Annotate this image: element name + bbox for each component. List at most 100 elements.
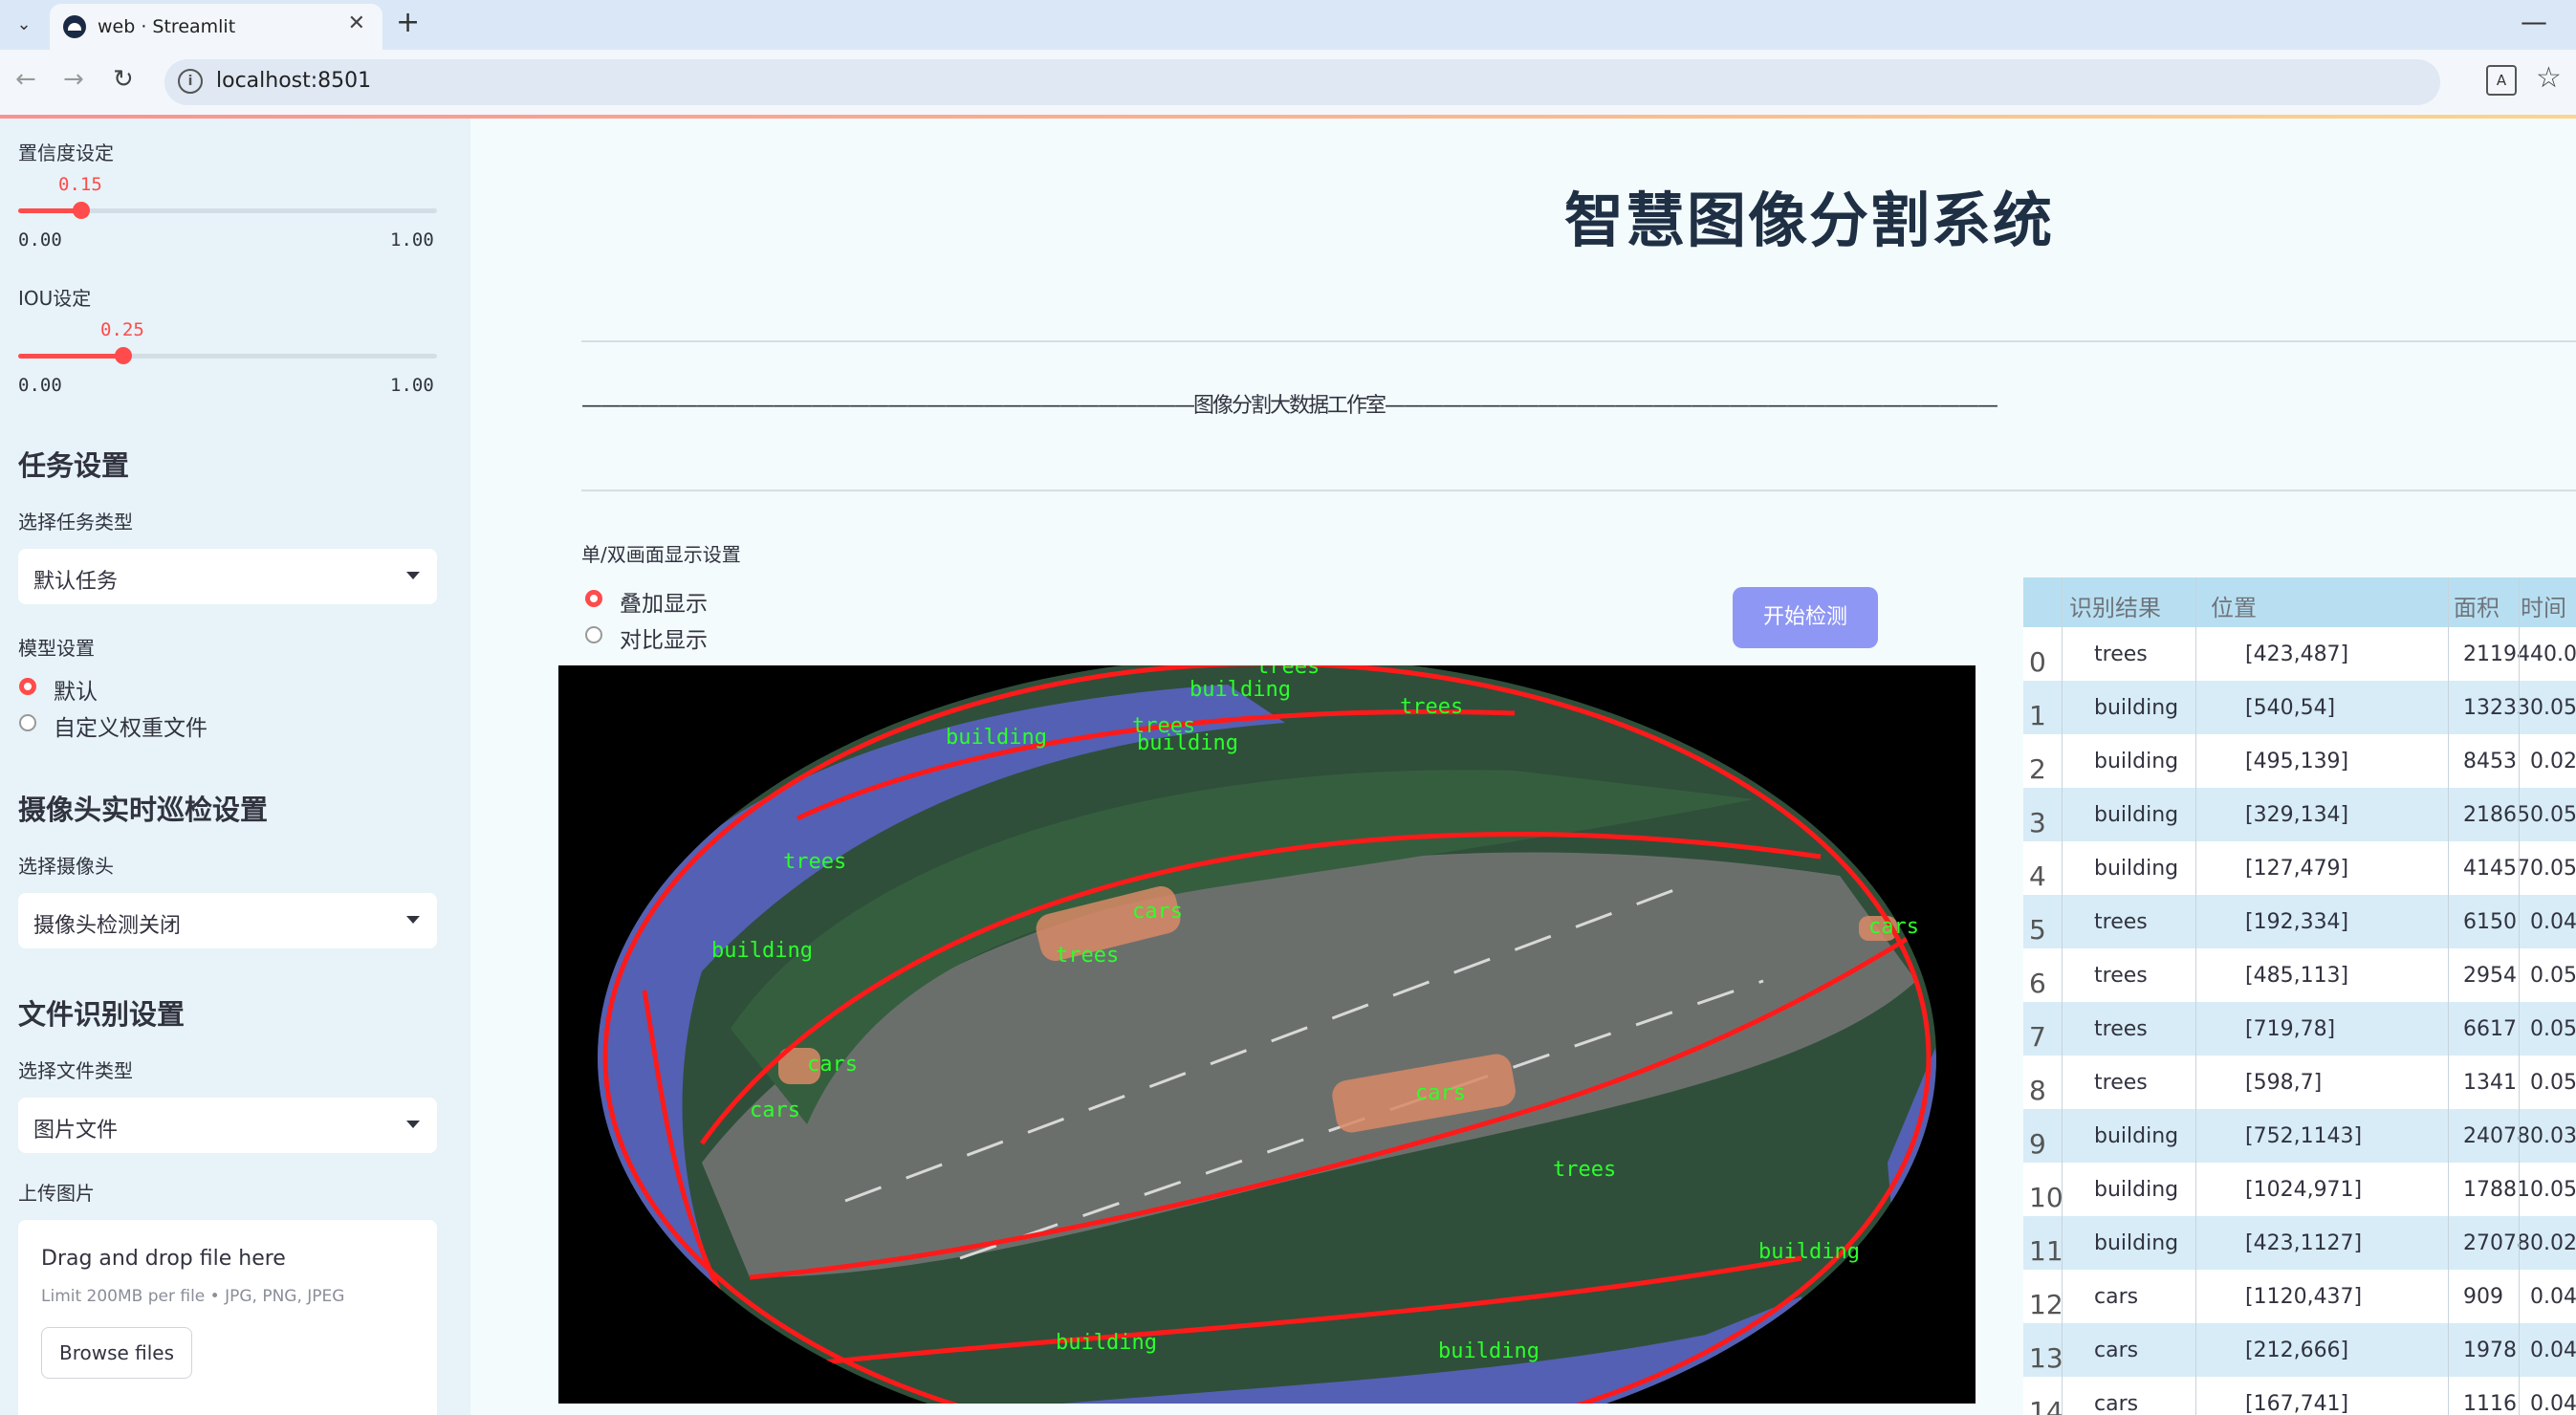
cell-area: 21865 — [2463, 803, 2530, 827]
segmentation-result-image: trees building trees trees building buil… — [558, 665, 1976, 1404]
browse-files-button[interactable]: Browse files — [41, 1327, 192, 1379]
table-row[interactable]: 6 trees [485,113] 2954 0.05 — [2023, 948, 2576, 1002]
task-type-select[interactable]: 默认任务 — [18, 549, 437, 604]
url-text: localhost:8501 — [216, 69, 372, 93]
iou-value: 0.25 — [100, 319, 144, 340]
cell-time: 40.02 — [2530, 642, 2576, 666]
cell-position: [495,139] — [2245, 750, 2349, 773]
cell-result: building — [2094, 750, 2179, 773]
cell-result: trees — [2094, 910, 2148, 934]
cell-time: 0.05 — [2530, 1017, 2576, 1041]
cell-time: 0.04 — [2530, 1339, 2576, 1362]
cell-result: building — [2094, 803, 2179, 827]
task-type-label: 选择任务类型 — [18, 511, 133, 533]
table-row[interactable]: 2 building [495,139] 8453 0.02 — [2023, 734, 2576, 788]
cell-area: 8453 — [2463, 750, 2517, 773]
file-dropzone[interactable]: Drag and drop file here Limit 200MB per … — [18, 1220, 437, 1415]
bookmark-star-icon[interactable]: ☆ — [2536, 61, 2562, 95]
radio-unselected-icon[interactable] — [19, 714, 36, 731]
cell-position: [423,1127] — [2245, 1231, 2363, 1255]
radio-selected-icon[interactable] — [585, 590, 602, 607]
cell-position: [485,113] — [2245, 964, 2349, 988]
table-row[interactable]: 12 cars [1120,437] 909 0.04 — [2023, 1270, 2576, 1323]
task-type-selected: 默认任务 — [33, 570, 119, 594]
divider — [581, 340, 2576, 342]
cell-area: 41457 — [2463, 857, 2530, 881]
row-index: 10 — [2029, 1182, 2063, 1213]
start-detection-button[interactable]: 开始检测 — [1733, 587, 1878, 648]
tab-title: web · Streamlit — [98, 16, 236, 37]
cell-area: 2954 — [2463, 964, 2517, 988]
col-result: 识别结果 — [2069, 595, 2161, 621]
table-row[interactable]: 14 cars [167,741] 1116 0.04 — [2023, 1377, 2576, 1415]
camera-select[interactable]: 摄像头检测关闭 — [18, 893, 437, 948]
table-row[interactable]: 11 building [423,1127] 27078 0.02 — [2023, 1216, 2576, 1270]
cell-area: 21194 — [2463, 642, 2530, 666]
label-building: building — [711, 939, 813, 963]
cell-position: [540,54] — [2245, 696, 2336, 720]
row-index: 0 — [2029, 646, 2046, 678]
confidence-slider-thumb[interactable] — [73, 202, 90, 219]
results-table[interactable]: 识别结果 位置 面积 时间 0trees[423,487]2119440.021… — [2023, 577, 2576, 1415]
dropzone-title: Drag and drop file here — [41, 1247, 286, 1271]
iou-slider[interactable] — [18, 347, 437, 364]
table-row[interactable]: 10 building [1024,971] 17881 0.05 — [2023, 1163, 2576, 1216]
page-title: 智慧图像分割系统 — [1563, 185, 2054, 255]
col-area: 面积 — [2454, 595, 2500, 621]
divider — [581, 490, 2576, 491]
cell-position: [598,7] — [2245, 1071, 2323, 1095]
browser-tab[interactable]: web · Streamlit ✕ — [50, 4, 382, 50]
sidebar: 置信度设定 0.15 0.00 1.00 IOU设定 0.25 0.00 1.0… — [0, 119, 470, 1415]
label-cars: cars — [807, 1053, 858, 1077]
display-mode-label: 单/双画面显示设置 — [581, 543, 741, 566]
table-row[interactable]: 8 trees [598,7] 1341 0.05 — [2023, 1056, 2576, 1109]
label-building: building — [1758, 1240, 1860, 1264]
row-index: 9 — [2029, 1128, 2046, 1160]
row-index: 3 — [2029, 807, 2046, 838]
cell-time: 0.05 — [2530, 1071, 2576, 1095]
segmentation-visual: trees building trees trees building buil… — [598, 665, 1936, 1404]
close-tab-icon[interactable]: ✕ — [348, 11, 365, 35]
cell-result: building — [2094, 1124, 2179, 1148]
cell-time: 0.05 — [2530, 857, 2576, 881]
cell-position: [1120,437] — [2245, 1285, 2363, 1309]
file-type-select[interactable]: 图片文件 — [18, 1098, 437, 1153]
radio-selected-icon[interactable] — [19, 678, 36, 695]
tab-search-chevron-icon[interactable]: ⌄ — [10, 11, 38, 38]
minimize-window-icon[interactable]: — — [2521, 6, 2547, 37]
table-row[interactable]: 5 trees [192,334] 6150 0.04 — [2023, 895, 2576, 948]
confidence-slider[interactable] — [18, 202, 437, 219]
label-trees: trees — [1256, 665, 1320, 679]
new-tab-icon[interactable]: + — [396, 6, 420, 39]
address-bar-row: ← → ↻ i localhost:8501 A ☆ — [0, 50, 2576, 115]
table-row[interactable]: 7 trees [719,78] 6617 0.05 — [2023, 1002, 2576, 1056]
label-trees: trees — [783, 850, 846, 874]
label-building: building — [1190, 678, 1291, 702]
cell-result: building — [2094, 857, 2179, 881]
cell-result: building — [2094, 1231, 2179, 1255]
back-arrow-icon[interactable]: ← — [15, 65, 36, 94]
iou-slider-thumb[interactable] — [115, 347, 132, 364]
label-cars: cars — [750, 1099, 800, 1122]
table-row[interactable]: 0 trees [423,487] 2119440.02 — [2023, 627, 2576, 681]
table-row[interactable]: 1 building [540,54] 13233 0.05 — [2023, 681, 2576, 734]
site-info-icon[interactable]: i — [178, 69, 203, 94]
row-index: 14 — [2029, 1396, 2063, 1415]
label-building: building — [1438, 1339, 1539, 1363]
table-row[interactable]: 3 building [329,134] 21865 0.05 — [2023, 788, 2576, 841]
forward-arrow-icon[interactable]: → — [63, 65, 84, 94]
reload-icon[interactable]: ↻ — [113, 65, 134, 94]
table-row[interactable]: 13 cars [212,666] 1978 0.04 — [2023, 1323, 2576, 1377]
camera-heading: 摄像头实时巡检设置 — [18, 794, 269, 826]
radio-unselected-icon[interactable] — [585, 626, 602, 643]
table-row[interactable]: 9 building [752,1143] 24078 0.03 — [2023, 1109, 2576, 1163]
confidence-value: 0.15 — [58, 174, 102, 195]
translate-icon[interactable]: A — [2486, 65, 2517, 96]
cell-area: 24078 — [2463, 1124, 2530, 1148]
cell-result: building — [2094, 1178, 2179, 1202]
cell-position: [167,741] — [2245, 1392, 2349, 1415]
url-field[interactable]: i localhost:8501 — [164, 59, 2440, 105]
cell-area: 13233 — [2463, 696, 2530, 720]
label-building: building — [1056, 1331, 1157, 1355]
table-row[interactable]: 4 building [127,479] 41457 0.05 — [2023, 841, 2576, 895]
